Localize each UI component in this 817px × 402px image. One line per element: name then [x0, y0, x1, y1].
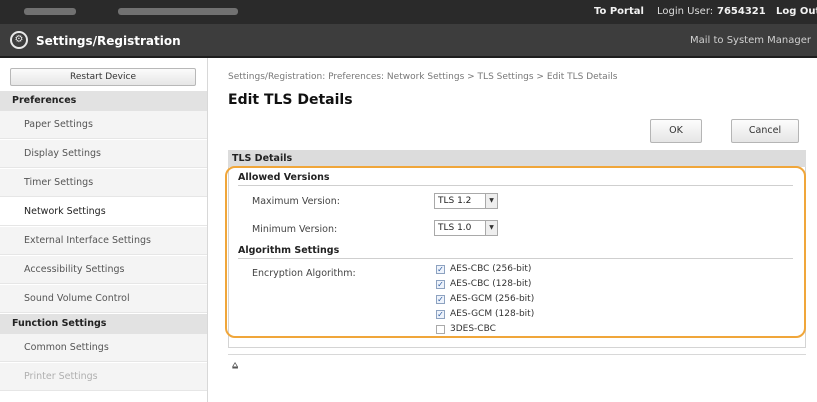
to-portal-link[interactable]: To Portal [594, 0, 644, 24]
ok-button[interactable]: OK [650, 119, 702, 143]
login-user-label: Login User: [657, 6, 714, 17]
divider [228, 354, 806, 355]
app-title: Settings/Registration [36, 34, 181, 48]
blurred-text [24, 8, 76, 15]
logout-link[interactable]: Log Out [776, 0, 817, 24]
sidebar: Restart Device Preferences Paper Setting… [0, 58, 208, 402]
restart-device-button[interactable]: Restart Device [10, 68, 196, 86]
blurred-text [118, 8, 238, 15]
sidebar-item-network-settings[interactable]: Network Settings [0, 198, 207, 226]
sidebar-item-timer-settings[interactable]: Timer Settings [0, 169, 207, 197]
title-bar: ⚙ Settings/Registration Mail to System M… [0, 24, 817, 58]
preferences-header: Preferences [0, 91, 207, 111]
login-user-id: 7654321 [717, 6, 766, 17]
tls-details-header: TLS Details [228, 150, 806, 167]
sidebar-item-common-settings[interactable]: Common Settings [0, 334, 207, 362]
top-bar: To Portal Login User: 7654321 Log Out [0, 0, 817, 24]
settings-gear-icon: ⚙ [10, 31, 28, 49]
page-title: Edit TLS Details [228, 92, 353, 108]
breadcrumb: Settings/Registration: Preferences: Netw… [228, 72, 618, 82]
sidebar-item-printer-settings[interactable]: Printer Settings [0, 363, 207, 391]
sidebar-item-accessibility-settings[interactable]: Accessibility Settings [0, 256, 207, 284]
back-to-top-icon[interactable]: ⩠ [232, 360, 238, 371]
sidebar-item-external-interface-settings[interactable]: External Interface Settings [0, 227, 207, 255]
sidebar-item-paper-settings[interactable]: Paper Settings [0, 111, 207, 139]
mail-system-manager-link[interactable]: Mail to System Manager [690, 24, 811, 58]
function-settings-header: Function Settings [0, 314, 207, 334]
sidebar-item-display-settings[interactable]: Display Settings [0, 140, 207, 168]
callout-highlight-frame [225, 166, 806, 338]
sidebar-item-sound-volume-control[interactable]: Sound Volume Control [0, 285, 207, 313]
cancel-button[interactable]: Cancel [731, 119, 799, 143]
